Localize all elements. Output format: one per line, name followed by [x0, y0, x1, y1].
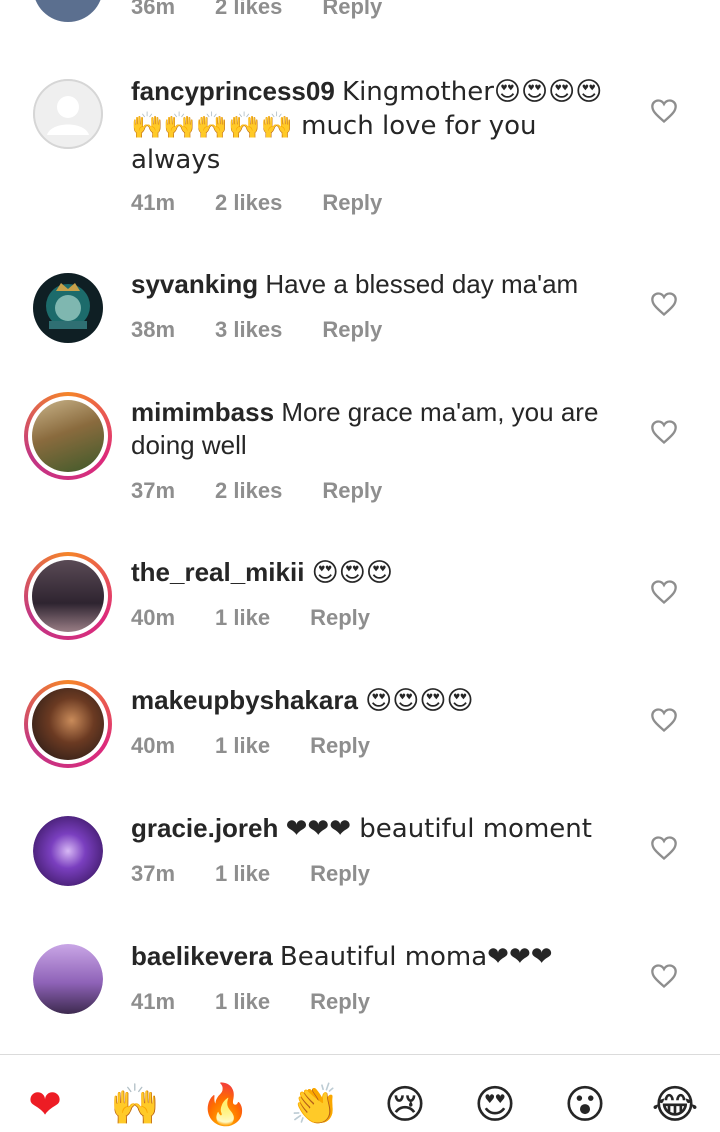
reaction-surprised[interactable]: 😮 [558, 1078, 612, 1132]
heart-outline-icon[interactable] [650, 706, 678, 734]
heart-outline-icon[interactable] [650, 97, 678, 125]
divider [0, 1054, 720, 1055]
avatar-story-ring[interactable] [24, 392, 112, 480]
reply-button[interactable]: Reply [310, 605, 370, 631]
likes-count[interactable]: 2 likes [215, 0, 282, 20]
comment-username[interactable]: gracie.joreh [131, 813, 278, 843]
comment-username[interactable]: mimimbass [131, 397, 274, 427]
likes-count[interactable]: 3 likes [215, 317, 282, 343]
comment-time: 41m [131, 989, 176, 1014]
comment-username[interactable]: the_real_mikii [131, 557, 304, 587]
heart-outline-icon[interactable] [650, 834, 678, 862]
reply-button[interactable]: Reply [310, 989, 370, 1015]
comment-text: 😍😍😍 [311, 558, 393, 588]
reaction-fire[interactable]: 🔥 [198, 1078, 252, 1132]
likes-count[interactable]: 2 likes [215, 190, 282, 216]
comment-text: Have a blessed day ma'am [265, 269, 579, 299]
comment-time: 38m [131, 317, 176, 342]
avatar-story-ring[interactable] [24, 680, 112, 768]
comment-username[interactable]: fancyprincess09 [131, 76, 335, 106]
avatar[interactable] [33, 273, 103, 343]
comment-text: Beautiful moma❤❤❤ [279, 942, 553, 972]
comment-time: 37m [131, 861, 176, 886]
reply-button[interactable]: Reply [322, 190, 382, 216]
reaction-laugh[interactable]: 😂 [648, 1078, 702, 1132]
likes-count[interactable]: 2 likes [215, 478, 282, 504]
likes-count[interactable]: 1 like [215, 989, 270, 1015]
comment-time: 40m [131, 733, 176, 758]
comment-username[interactable]: makeupbyshakara [131, 685, 358, 715]
reply-button[interactable]: Reply [310, 861, 370, 887]
reaction-raised-hands[interactable]: 🙌 [108, 1078, 162, 1132]
likes-count[interactable]: 1 like [215, 733, 270, 759]
reply-button[interactable]: Reply [322, 478, 382, 504]
reply-button[interactable]: Reply [310, 733, 370, 759]
likes-count[interactable]: 1 like [215, 861, 270, 887]
comment-time: 37m [131, 478, 176, 503]
default-avatar-icon[interactable] [33, 79, 103, 149]
reaction-cry[interactable]: 😢 [378, 1078, 432, 1132]
comment-time: 40m [131, 605, 176, 630]
comment-text: 😍😍😍😍 [365, 686, 474, 716]
reaction-heart[interactable]: ❤ [18, 1078, 72, 1132]
reply-button[interactable]: Reply [322, 317, 382, 343]
heart-outline-icon[interactable] [650, 962, 678, 990]
comment-time: 36m [131, 0, 176, 19]
comment-username[interactable]: baelikevera [131, 941, 273, 971]
emoji-reaction-bar: ❤ 🙌 🔥 👏 😢 😍 😮 😂 [0, 1070, 720, 1128]
reaction-clap[interactable]: 👏 [288, 1078, 342, 1132]
reply-button[interactable]: Reply [322, 0, 382, 20]
comment-text: ❤❤❤ beautiful moment [285, 814, 592, 844]
avatar[interactable] [33, 944, 103, 1014]
likes-count[interactable]: 1 like [215, 605, 270, 631]
comment-username[interactable]: syvanking [131, 269, 258, 299]
heart-outline-icon[interactable] [650, 418, 678, 446]
heart-outline-icon[interactable] [650, 290, 678, 318]
comment-time: 41m [131, 190, 176, 215]
avatar[interactable] [33, 816, 103, 886]
heart-outline-icon[interactable] [650, 578, 678, 606]
reaction-heart-eyes[interactable]: 😍 [468, 1078, 522, 1132]
avatar-story-ring[interactable] [24, 552, 112, 640]
avatar[interactable] [33, 0, 103, 22]
